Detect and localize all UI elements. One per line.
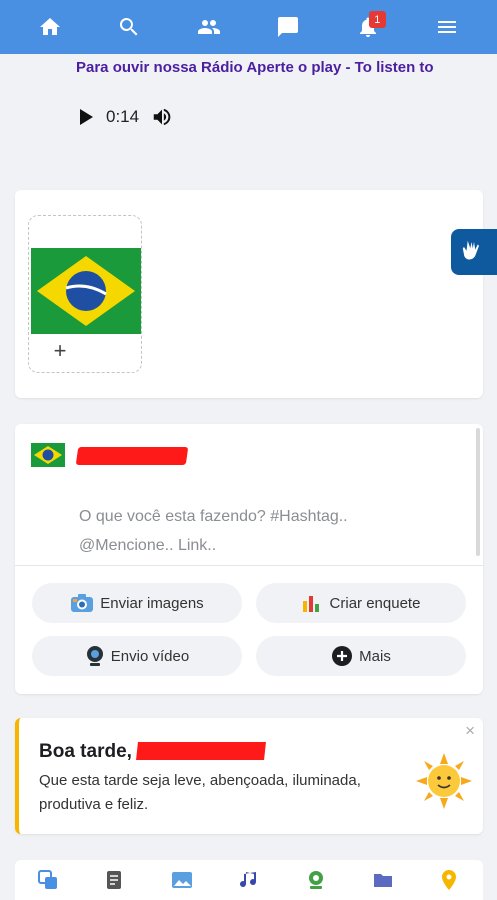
home-icon[interactable] <box>30 7 70 47</box>
greeting-message: Que esta tarde seja leve, abençoada, ilu… <box>39 772 361 813</box>
add-story-icon[interactable]: + <box>45 336 75 366</box>
camera-icon <box>71 594 94 612</box>
audio-time: 0:14 <box>106 107 140 126</box>
bottom-tab-bar <box>15 860 483 900</box>
search-icon[interactable] <box>109 7 149 47</box>
notification-count-badge: 1 <box>368 11 386 28</box>
create-story-slot[interactable]: + <box>28 215 142 373</box>
more-button[interactable]: Mais <box>256 636 466 676</box>
post-composer-card: O que você esta fazendo? #Hashtag.. @Men… <box>15 424 483 694</box>
posts-icon[interactable] <box>34 866 62 894</box>
send-video-label: Envio vídeo <box>110 647 190 665</box>
user-avatar <box>31 443 65 467</box>
send-video-button[interactable]: Envio vídeo <box>32 636 242 676</box>
close-icon[interactable]: × <box>465 721 475 741</box>
composer-scrollbar[interactable] <box>476 428 480 556</box>
sign-language-icon[interactable] <box>451 229 497 275</box>
radio-title: Para ouvir nossa Rádio Aperte o play - T… <box>76 59 434 76</box>
location-icon[interactable] <box>435 866 463 894</box>
top-navigation-bar: 1 <box>0 0 497 54</box>
notifications-icon[interactable]: 1 <box>348 7 388 47</box>
articles-icon[interactable] <box>101 866 129 894</box>
volume-icon[interactable] <box>151 106 173 128</box>
music-icon[interactable] <box>235 866 263 894</box>
more-label: Mais <box>359 647 391 665</box>
play-icon[interactable] <box>78 108 94 126</box>
webcam-icon[interactable] <box>302 866 330 894</box>
composer-placeholder-line1: O que você esta fazendo? #Hashtag.. <box>79 508 348 525</box>
poll-chart-icon <box>302 596 319 612</box>
audio-player: 0:14 <box>78 106 173 128</box>
messages-icon[interactable] <box>268 7 308 47</box>
stories-card: + <box>15 190 483 398</box>
send-images-label: Enviar imagens <box>100 594 204 612</box>
folder-icon[interactable] <box>369 866 397 894</box>
greeting-card: Boa tarde, Que esta tarde seja leve, abe… <box>15 718 483 834</box>
sun-icon <box>416 753 472 809</box>
redacted-user-name <box>136 742 266 760</box>
greeting-title: Boa tarde, <box>39 741 132 762</box>
menu-icon[interactable] <box>427 7 467 47</box>
plus-circle-icon <box>332 646 353 666</box>
post-text-input[interactable]: O que você esta fazendo? #Hashtag.. @Men… <box>79 502 419 560</box>
webcam-icon <box>86 646 103 666</box>
send-images-button[interactable]: Enviar imagens <box>32 583 242 623</box>
photos-icon[interactable] <box>168 866 196 894</box>
create-poll-button[interactable]: Criar enquete <box>256 583 466 623</box>
composer-placeholder-line2: @Mencione.. Link.. <box>79 537 217 554</box>
redacted-user-name <box>75 447 189 465</box>
friends-icon[interactable] <box>189 7 229 47</box>
brazil-flag-image <box>31 248 141 334</box>
create-poll-label: Criar enquete <box>329 594 421 612</box>
divider <box>15 565 483 566</box>
